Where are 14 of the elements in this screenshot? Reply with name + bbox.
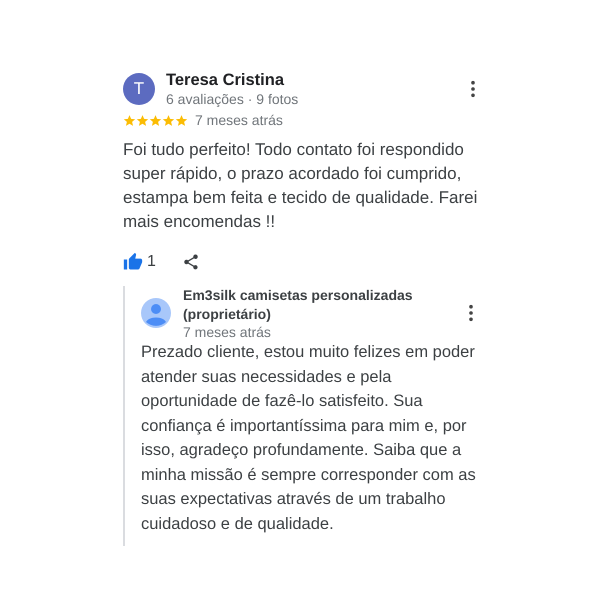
reviewer-name: Teresa Cristina bbox=[166, 70, 286, 90]
avatar: T bbox=[123, 73, 155, 105]
owner-name: Em3silk camisetas personalizadas (proprietário) bbox=[183, 286, 414, 324]
share-icon[interactable] bbox=[182, 253, 200, 271]
reply-time: 7 meses atrás bbox=[183, 324, 272, 340]
more-icon[interactable] bbox=[468, 304, 474, 322]
reply-text: Prezado cliente, estou muito felizes em poder atender suas necessidades e pela oportunidade de fazê-lo satisfeito. Sua confiança é importantíssima para mim e, por isso, agradeço profundamente. Saiba que a minha missão é sempre corresponder com as suas expectativas através de um trabalho cuidadoso e de qualidade. bbox=[141, 342, 477, 534]
owner-avatar-icon bbox=[141, 298, 171, 328]
like-count: 1 bbox=[147, 253, 156, 271]
reviewer-meta: 6 avaliações · 9 fotos bbox=[166, 90, 300, 108]
more-icon[interactable] bbox=[470, 80, 476, 98]
review-time: 7 meses atrás bbox=[195, 112, 283, 128]
thumbs-up-icon[interactable] bbox=[123, 252, 143, 272]
review-text: Foi tudo perfeito! Todo contato foi respondido super rápido, o prazo acordado foi cumprido, estampa bem feita e tecido de qualidade. Farei mais encomendas !! bbox=[123, 139, 478, 233]
